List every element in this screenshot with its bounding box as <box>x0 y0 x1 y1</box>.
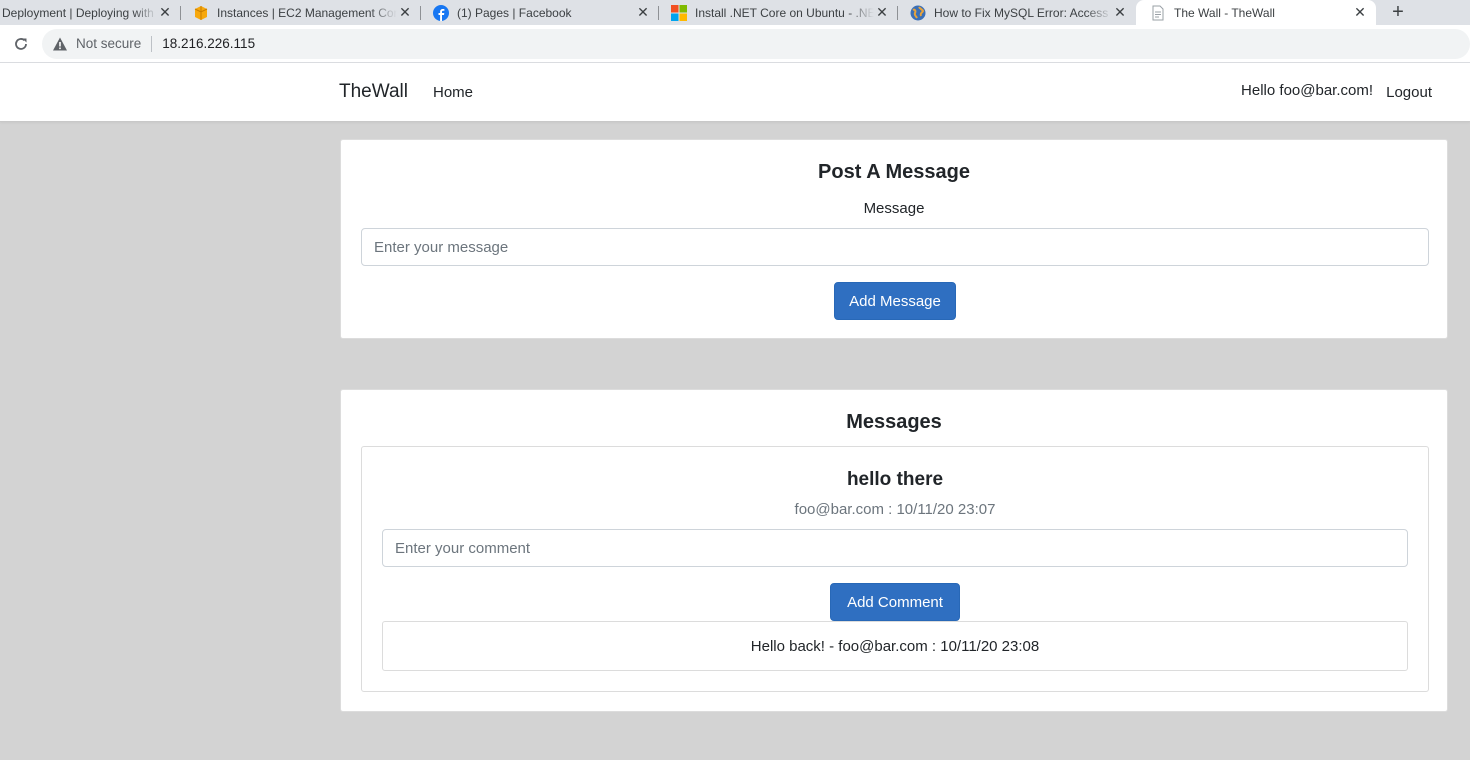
tab-close-icon[interactable]: ✕ <box>874 4 890 21</box>
tab-title: How to Fix MySQL Error: Access denied <box>934 5 1112 20</box>
url-text[interactable]: 18.216.226.115 <box>162 36 255 51</box>
browser-tab[interactable]: Install .NET Core on Ubuntu - .NET ✕ <box>659 0 898 25</box>
reload-icon[interactable] <box>6 29 36 59</box>
warning-icon[interactable] <box>52 36 68 52</box>
tab-close-icon[interactable]: ✕ <box>1352 4 1368 21</box>
microsoft-icon <box>671 4 687 21</box>
globe-icon <box>910 5 926 21</box>
page-icon <box>1150 5 1166 21</box>
messages-card: Messages hello there foo@bar.com : 10/11… <box>340 389 1448 712</box>
add-comment-button[interactable]: Add Comment <box>830 583 960 621</box>
message-input[interactable] <box>361 228 1429 266</box>
tab-title: Instances | EC2 Management Console <box>217 5 397 20</box>
browser-tab-strip: Deployment | Deploying with ✕ Instances … <box>0 0 1470 25</box>
aws-icon <box>193 5 209 21</box>
add-message-button[interactable]: Add Message <box>834 282 956 320</box>
browser-tab[interactable]: Instances | EC2 Management Console ✕ <box>181 0 421 25</box>
nav-home-link[interactable]: Home <box>433 84 473 101</box>
facebook-icon <box>433 4 449 21</box>
logout-link[interactable]: Logout <box>1386 84 1432 101</box>
comment-input[interactable] <box>382 529 1408 567</box>
browser-toolbar: Not secure 18.216.226.115 <box>0 25 1470 63</box>
browser-tab[interactable]: Deployment | Deploying with ✕ <box>0 0 181 25</box>
app-navbar: TheWall Home Hello foo@bar.com! Logout <box>0 63 1470 122</box>
security-label[interactable]: Not secure <box>76 36 141 51</box>
message-item: hello there foo@bar.com : 10/11/20 23:07… <box>361 446 1429 692</box>
message-text: hello there <box>846 469 944 490</box>
message-meta: foo@bar.com : 10/11/20 23:07 <box>794 501 996 518</box>
browser-tab[interactable]: (1) Pages | Facebook ✕ <box>421 0 659 25</box>
browser-tab-active[interactable]: The Wall - TheWall ✕ <box>1136 0 1376 25</box>
tab-title: The Wall - TheWall <box>1174 5 1275 20</box>
tab-close-icon[interactable]: ✕ <box>157 4 173 21</box>
tab-close-icon[interactable]: ✕ <box>397 4 413 21</box>
brand-link[interactable]: TheWall <box>339 81 408 103</box>
messages-title: Messages <box>846 411 942 433</box>
tab-title: Deployment | Deploying with <box>2 5 154 20</box>
tab-close-icon[interactable]: ✕ <box>635 4 651 21</box>
tab-close-icon[interactable]: ✕ <box>1112 4 1128 21</box>
message-label: Message <box>863 200 925 217</box>
tab-title: Install .NET Core on Ubuntu - .NET <box>695 5 874 20</box>
address-bar[interactable]: Not secure 18.216.226.115 <box>41 28 1470 59</box>
divider <box>151 35 153 52</box>
browser-tab[interactable]: How to Fix MySQL Error: Access denied ✕ <box>898 0 1136 25</box>
post-message-title: Post A Message <box>818 161 970 183</box>
tab-title: (1) Pages | Facebook <box>457 5 572 20</box>
new-tab-icon[interactable]: + <box>1384 0 1412 25</box>
post-message-card: Post A Message Message Add Message <box>340 139 1448 339</box>
user-greeting: Hello foo@bar.com! <box>1241 82 1373 99</box>
comment-item: Hello back! - foo@bar.com : 10/11/20 23:… <box>382 621 1408 671</box>
comment-text: Hello back! - foo@bar.com : 10/11/20 23:… <box>750 637 1040 655</box>
